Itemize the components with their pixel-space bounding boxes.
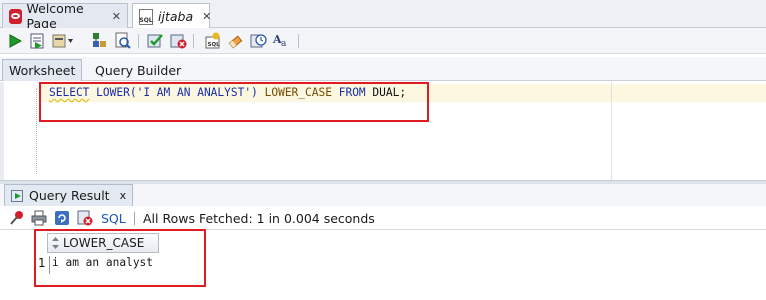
close-icon[interactable]: x: [120, 189, 127, 202]
sql-history-icon[interactable]: [250, 32, 267, 49]
editor-gutter-line: [36, 88, 37, 174]
commit-icon[interactable]: [147, 32, 164, 49]
editor-left-edge: [0, 82, 4, 180]
sql-column-alias: LOWER_CASE: [264, 86, 332, 99]
refresh-icon[interactable]: [54, 210, 70, 226]
toolbar-separator: [298, 34, 299, 48]
editor-right-margin: [611, 82, 612, 180]
column-header-lower-case[interactable]: LOWER_CASE: [47, 233, 159, 253]
tab-welcome-page-label: Welcome Page: [26, 1, 84, 31]
toolbar-separator: [193, 34, 194, 48]
sql-tuning-icon[interactable]: [114, 32, 131, 49]
row-number: 1: [38, 256, 46, 270]
run-script-icon[interactable]: [29, 32, 46, 49]
oracle-icon: [9, 8, 22, 24]
tab-ijtaba-label: ijtaba: [158, 9, 194, 24]
sql-keyword-from: FROM: [338, 86, 366, 99]
column-header-label: LOWER_CASE: [63, 236, 145, 250]
result-toolbar: SQL All Rows Fetched: 1 in 0.004 seconds: [0, 206, 766, 230]
tab-query-result[interactable]: Query Result x: [4, 184, 134, 206]
unshared-sql-icon[interactable]: SQL: [204, 32, 221, 49]
tab-ijtaba[interactable]: SQL ijtaba ✕: [132, 3, 211, 29]
table-cell[interactable]: i am an analyst: [49, 256, 159, 274]
sql-editor[interactable]: SELECT LOWER('I AM AN ANALYST') LOWER_CA…: [0, 82, 766, 180]
sql-close-paren: ): [251, 86, 258, 99]
sql-function: LOWER(: [96, 86, 137, 99]
document-tab-bar: Welcome Page ✕ SQL ijtaba ✕: [0, 0, 766, 31]
sql-statement[interactable]: SELECT LOWER('I AM AN ANALYST') LOWER_CA…: [49, 86, 406, 99]
worksheet-tab-bar: Worksheet Query Builder: [0, 57, 766, 81]
sql-worksheet-icon: SQL: [139, 8, 153, 25]
explain-plan-icon[interactable]: [91, 32, 108, 49]
close-icon[interactable]: ✕: [202, 10, 211, 23]
format-text-icon[interactable]: Aa: [273, 32, 290, 49]
close-icon[interactable]: ✕: [112, 10, 121, 23]
sql-table-name: DUAL;: [372, 86, 407, 99]
clear-icon[interactable]: [227, 32, 244, 49]
sql-keyword-select: SELECT: [49, 86, 90, 99]
rollback-icon[interactable]: [170, 32, 187, 49]
toolbar-separator: [134, 212, 135, 225]
tab-worksheet[interactable]: Worksheet: [2, 59, 83, 81]
query-result-icon: [11, 189, 23, 202]
sql-string-literal: 'I AM AN ANALYST': [136, 86, 252, 99]
tab-query-result-label: Query Result: [29, 188, 110, 203]
tab-welcome-page[interactable]: Welcome Page ✕: [2, 1, 128, 31]
autotrace-icon[interactable]: [52, 32, 74, 49]
result-grid[interactable]: LOWER_CASE 1 i am an analyst: [0, 229, 766, 300]
sql-link[interactable]: SQL: [101, 211, 126, 226]
svg-text:SQL: SQL: [208, 42, 221, 48]
tab-query-builder[interactable]: Query Builder: [89, 59, 187, 81]
worksheet-toolbar: SQL Aa: [0, 28, 766, 54]
pin-icon[interactable]: [9, 210, 25, 226]
print-icon[interactable]: [31, 210, 47, 226]
svg-text:a: a: [281, 39, 287, 49]
cancel-query-icon[interactable]: [77, 210, 93, 226]
toolbar-separator: [138, 34, 139, 48]
sort-icon[interactable]: [52, 237, 59, 249]
run-statement-icon[interactable]: [6, 32, 23, 49]
fetch-status-text: All Rows Fetched: 1 in 0.004 seconds: [143, 211, 375, 226]
result-tab-bar: Query Result x: [0, 184, 766, 206]
